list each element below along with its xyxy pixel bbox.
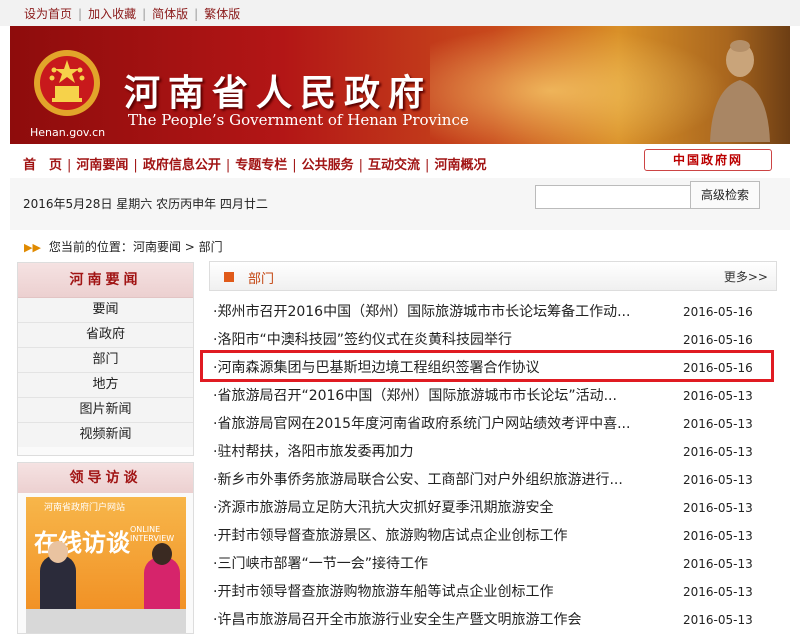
nav-interaction[interactable]: 互动交流 bbox=[368, 158, 420, 173]
sidebar-item-video-news[interactable]: 视频新闻 bbox=[18, 423, 193, 447]
list-item[interactable]: ·驻村帮扶，洛阳市旅发委再加力 2016-05-13 bbox=[213, 438, 773, 466]
search-input[interactable] bbox=[535, 185, 691, 209]
site-banner: Henan.gov.cn 河南省人民政府 The People’s Govern… bbox=[10, 26, 790, 144]
sidebar-item-local[interactable]: 地方 bbox=[18, 373, 193, 398]
news-panel-header: 部门 更多>> bbox=[209, 261, 777, 291]
sidebar-item-province-gov[interactable]: 省政府 bbox=[18, 323, 193, 348]
buddha-statue-icon bbox=[710, 40, 770, 142]
national-emblem-icon bbox=[34, 50, 100, 116]
more-link[interactable]: 更多>> bbox=[724, 268, 768, 285]
nav-henan-overview[interactable]: 河南概况 bbox=[434, 158, 486, 173]
breadcrumb-prefix: 您当前的位置： bbox=[48, 240, 133, 254]
interview-caption-en: ONLINE INTERVIEW bbox=[130, 525, 175, 543]
host-figure bbox=[40, 555, 76, 615]
leader-interview-box: 领导访谈 河南省政府门户网站 在线访谈 ONLINE INTERVIEW bbox=[17, 462, 194, 634]
china-gov-link[interactable]: 中国政府网 bbox=[644, 149, 772, 171]
breadcrumb-path[interactable]: 河南要闻 > 部门 bbox=[133, 240, 223, 254]
list-item[interactable]: ·省旅游局官网在2015年度河南省政府系统门户网站绩效考评中喜... 2016-0… bbox=[213, 410, 773, 438]
list-item[interactable]: ·开封市领导督查旅游景区、旅游购物店试点企业创标工作 2016-05-13 bbox=[213, 522, 773, 550]
interview-title: 领导访谈 bbox=[18, 463, 193, 493]
add-favorite-link[interactable]: 加入收藏 bbox=[88, 7, 136, 21]
nav-public-service[interactable]: 公共服务 bbox=[302, 158, 354, 173]
nav-special[interactable]: 专题专栏 bbox=[235, 158, 287, 173]
news-list: ·郑州市召开2016中国（郑州）国际旅游城市市长论坛筹备工作动... 2016-0… bbox=[213, 298, 773, 634]
interview-image[interactable]: 河南省政府门户网站 在线访谈 ONLINE INTERVIEW bbox=[26, 497, 186, 633]
highlight-box bbox=[200, 350, 774, 382]
list-item[interactable]: ·开封市领导督查旅游购物旅游车船等试点企业创标工作 2016-05-13 bbox=[213, 578, 773, 606]
traditional-link[interactable]: 繁体版 bbox=[204, 7, 240, 21]
nav-henan-news[interactable]: 河南要闻 bbox=[76, 158, 128, 173]
sidebar-news-menu: 河南要闻 要闻 省政府 部门 地方 图片新闻 视频新闻 bbox=[17, 262, 194, 456]
interview-site-name: 河南省政府门户网站 bbox=[44, 503, 126, 513]
list-item[interactable]: ·省旅游局召开“2016中国（郑州）国际旅游城市市长论坛”活动... 2016-0… bbox=[213, 382, 773, 410]
double-arrow-icon: ▶▶ bbox=[24, 241, 41, 254]
square-bullet-icon bbox=[224, 272, 234, 282]
nav-gov-info[interactable]: 政府信息公开 bbox=[143, 158, 221, 173]
nav-home[interactable]: 首 页 bbox=[23, 158, 62, 173]
list-item[interactable]: ·三门峡市部署“一节一会”接待工作 2016-05-13 bbox=[213, 550, 773, 578]
site-domain: Henan.gov.cn bbox=[30, 126, 106, 139]
sidebar-item-departments[interactable]: 部门 bbox=[18, 348, 193, 373]
list-item[interactable]: ·许昌市旅游局召开全市旅游行业安全生产暨文明旅游工作会 2016-05-13 bbox=[213, 606, 773, 634]
breadcrumb: ▶▶ 您当前的位置：河南要闻 > 部门 bbox=[24, 238, 223, 255]
simplified-link[interactable]: 简体版 bbox=[152, 7, 188, 21]
list-item[interactable]: ·郑州市召开2016中国（郑州）国际旅游城市市长论坛筹备工作动... 2016-0… bbox=[213, 298, 773, 326]
site-title-en: The People’s Government of Henan Provinc… bbox=[128, 111, 469, 129]
guest-figure bbox=[144, 557, 180, 615]
list-item[interactable]: ·济源市旅游局立足防大汛抗大灾抓好夏季汛期旅游安全 2016-05-13 bbox=[213, 494, 773, 522]
date-search-row: 2016年5月28日 星期六 农历丙申年 四月廿二 高级检索 bbox=[10, 178, 790, 230]
panel-title: 部门 bbox=[248, 272, 275, 287]
main-nav: 首 页 | 河南要闻 | 政府信息公开 | 专题专栏 | 公共服务 | 互动交流 | 河南概况 中国政府… bbox=[10, 144, 790, 179]
advanced-search-button[interactable]: 高级检索 bbox=[690, 181, 760, 209]
sidebar-title: 河南要闻 bbox=[18, 263, 193, 298]
list-item[interactable]: ·新乡市外事侨务旅游局联合公安、工商部门对户外组织旅游进行... 2016-05-… bbox=[213, 466, 773, 494]
desk bbox=[26, 609, 186, 633]
set-homepage-link[interactable]: 设为首页 bbox=[24, 7, 72, 21]
current-date: 2016年5月28日 星期六 农历丙申年 四月廿二 bbox=[23, 197, 268, 211]
site-title-cn: 河南省人民政府 bbox=[124, 73, 433, 114]
sidebar-item-headlines[interactable]: 要闻 bbox=[18, 298, 193, 323]
sidebar-item-photo-news[interactable]: 图片新闻 bbox=[18, 398, 193, 423]
top-links-bar: 设为首页 | 加入收藏 | 简体版 | 繁体版 bbox=[0, 0, 800, 26]
